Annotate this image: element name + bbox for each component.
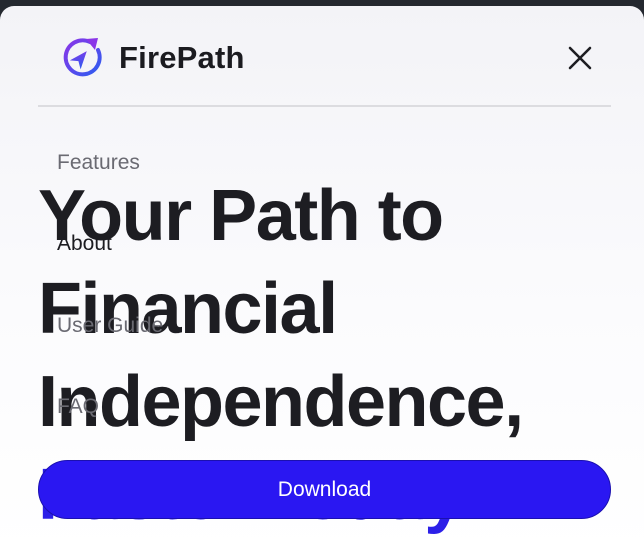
nav-item-features[interactable]: Features [57, 151, 140, 175]
menu-nav: Features About User Guide FAQ [57, 6, 457, 446]
close-icon[interactable] [566, 44, 594, 72]
nav-item-user-guide[interactable]: User Guide [57, 314, 163, 338]
nav-item-faq[interactable]: FAQ [57, 395, 99, 419]
download-button[interactable]: Download [38, 460, 611, 519]
nav-item-about[interactable]: About [57, 232, 112, 256]
mobile-menu-sheet: FirePath Your Path to Financial Independ… [0, 6, 644, 554]
